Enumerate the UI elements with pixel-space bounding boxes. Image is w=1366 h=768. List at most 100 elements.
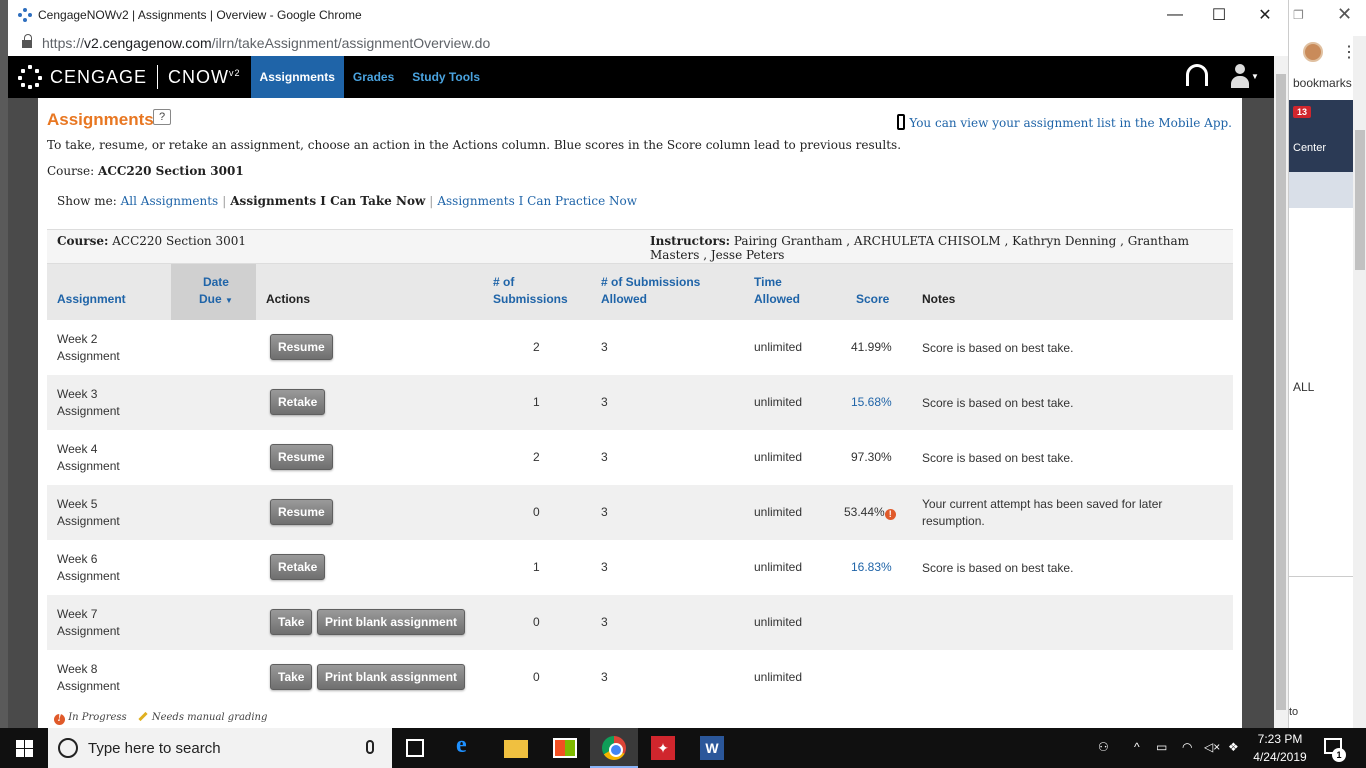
table-row: Week 6 Assignment Retake 1 3 unlimited 16.83% S…: [47, 540, 1233, 595]
assignment-name[interactable]: Week 8 Assignment: [57, 661, 120, 695]
tab-grades[interactable]: Grades: [344, 56, 403, 98]
title-bar: CengageNOWv2 | Assignments | Overview - …: [8, 0, 1288, 30]
show-me-filter: Show me: All Assignments | Assignments I C…: [57, 194, 637, 208]
background-window: ❐ ✕ ⋮ bookmarks 13 Center ALL to: [1288, 0, 1366, 728]
minimize-icon[interactable]: —: [1152, 0, 1198, 30]
chrome-icon[interactable]: [602, 736, 626, 760]
word-icon[interactable]: W: [700, 736, 724, 760]
header-submissions[interactable]: # of Submissions: [493, 274, 568, 308]
page-scrollbar-thumb[interactable]: [1276, 74, 1286, 710]
header-assignment[interactable]: Assignment: [57, 291, 126, 308]
header-actions: Actions: [266, 292, 311, 306]
battery-icon[interactable]: ▭: [1156, 740, 1167, 754]
print-blank-assignment-button[interactable]: Print blank assignment: [317, 609, 466, 635]
dropbox-icon[interactable]: ❖: [1228, 740, 1239, 754]
cengage-favicon-icon: [18, 8, 32, 22]
table-header: Assignment Date Due ▼ Actions # of Submiss…: [47, 264, 1233, 320]
submissions-allowed: 3: [601, 560, 608, 574]
task-view-icon[interactable]: [406, 739, 424, 757]
center-label: Center: [1293, 142, 1327, 154]
cengage-logo[interactable]: CENGAGE CNOWv2: [18, 65, 241, 89]
submissions-count: 0: [533, 505, 540, 519]
score: 53.44%!: [844, 505, 896, 520]
header-submissions-allowed[interactable]: # of Submissions Allowed: [601, 274, 700, 308]
score: 97.30%: [851, 450, 892, 464]
edge-icon[interactable]: e: [456, 732, 480, 758]
take-button[interactable]: Take: [270, 609, 313, 635]
tab-assignments[interactable]: Assignments: [250, 56, 344, 98]
windows-start-icon[interactable]: [16, 740, 33, 757]
take-button[interactable]: Take: [270, 664, 313, 690]
assignment-name[interactable]: Week 7 Assignment: [57, 606, 120, 640]
submissions-allowed: 3: [601, 450, 608, 464]
header-score[interactable]: Score: [856, 291, 889, 308]
time-allowed: unlimited: [754, 450, 803, 464]
notes: Score is based on best take.: [922, 451, 1074, 465]
chevron-down-icon[interactable]: ▼: [1251, 72, 1259, 81]
file-explorer-icon[interactable]: [504, 740, 528, 758]
close-icon[interactable]: ✕: [1337, 4, 1352, 25]
resume-button[interactable]: Resume: [270, 499, 333, 525]
notification-badge[interactable]: 13: [1293, 106, 1312, 118]
assignment-name[interactable]: Week 4 Assignment: [57, 441, 120, 475]
lock-icon[interactable]: [22, 34, 32, 48]
assignment-name[interactable]: Week 6 Assignment: [57, 551, 120, 585]
resume-button[interactable]: Resume: [270, 334, 333, 360]
acrobat-icon[interactable]: ✦: [651, 736, 675, 760]
intro-text: To take, resume, or retake an assignment…: [47, 138, 902, 152]
submissions-count: 0: [533, 615, 540, 629]
score[interactable]: 15.68%: [851, 395, 892, 409]
assignment-name[interactable]: Week 3 Assignment: [57, 386, 120, 420]
store-icon[interactable]: [553, 738, 577, 758]
notes: Score is based on best take.: [922, 561, 1074, 575]
avatar[interactable]: [1303, 42, 1323, 62]
address-bar[interactable]: https://v2.cengagenow.com/ilrn/takeAssig…: [8, 30, 1288, 56]
retake-button[interactable]: Retake: [270, 554, 326, 580]
url-text[interactable]: https://v2.cengagenow.com/ilrn/takeAssig…: [42, 35, 490, 51]
print-blank-assignment-button[interactable]: Print blank assignment: [317, 664, 466, 690]
wifi-icon[interactable]: ◠: [1182, 740, 1192, 754]
submissions-count: 2: [533, 450, 540, 464]
scrollbar-thumb[interactable]: [1355, 130, 1365, 270]
submissions-allowed: 3: [601, 395, 608, 409]
table-row: Week 7 Assignment Take Print blank assignme…: [47, 595, 1233, 650]
submissions-count: 1: [533, 560, 540, 574]
mobile-app-link[interactable]: You can view your assignment list in the…: [897, 114, 1232, 130]
header-date-due[interactable]: Date Due ▼: [199, 274, 233, 309]
retake-button[interactable]: Retake: [270, 389, 326, 415]
restore-icon[interactable]: ❐: [1293, 8, 1304, 22]
maximize-icon[interactable]: ☐: [1196, 0, 1242, 30]
cengage-star-icon: [18, 65, 42, 89]
window-title: CengageNOWv2 | Assignments | Overview - …: [38, 8, 362, 22]
score[interactable]: 16.83%: [851, 560, 892, 574]
system-clock[interactable]: 7:23 PM 4/24/2019: [1250, 730, 1310, 766]
volume-muted-icon[interactable]: ◁×: [1204, 740, 1220, 754]
time-allowed: unlimited: [754, 560, 803, 574]
filter-all-assignments[interactable]: All Assignments: [121, 194, 219, 208]
resume-button[interactable]: Resume: [270, 444, 333, 470]
course-info-row: Course: ACC220 Section 3001 Instructors:…: [47, 229, 1233, 264]
submissions-allowed: 3: [601, 505, 608, 519]
all-label: ALL: [1293, 380, 1315, 394]
assignment-name[interactable]: Week 5 Assignment: [57, 496, 120, 530]
chevron-up-icon[interactable]: ^: [1134, 740, 1140, 754]
header-time-allowed[interactable]: Time Allowed: [754, 274, 800, 308]
table-row: Week 5 Assignment Resume 0 3 unlimited 53.44%!…: [47, 485, 1233, 540]
tab-study-tools[interactable]: Study Tools: [403, 56, 489, 98]
filter-can-practice-now[interactable]: Assignments I Can Practice Now: [437, 194, 637, 208]
taskbar-search[interactable]: Type here to search: [48, 728, 392, 768]
filter-can-take-now: Assignments I Can Take Now: [230, 194, 426, 208]
close-icon[interactable]: ✕: [1242, 0, 1288, 30]
browser-window: CengageNOWv2 | Assignments | Overview - …: [8, 0, 1288, 728]
submissions-count: 0: [533, 670, 540, 684]
microphone-icon[interactable]: [366, 740, 374, 754]
bookmarks-label[interactable]: bookmarks: [1293, 76, 1352, 90]
assignment-name[interactable]: Week 2 Assignment: [57, 331, 120, 365]
help-icon[interactable]: ?: [153, 109, 171, 125]
instructors-list: Pairing Grantham , ARCHULETA CHISOLM , K…: [650, 234, 1189, 262]
legend: ! In Progress Needs manual grading: [54, 711, 267, 725]
people-icon[interactable]: ⚇: [1098, 740, 1109, 754]
headset-icon[interactable]: [1186, 64, 1208, 86]
user-icon[interactable]: [1228, 64, 1252, 90]
in-progress-icon: !: [54, 714, 65, 725]
